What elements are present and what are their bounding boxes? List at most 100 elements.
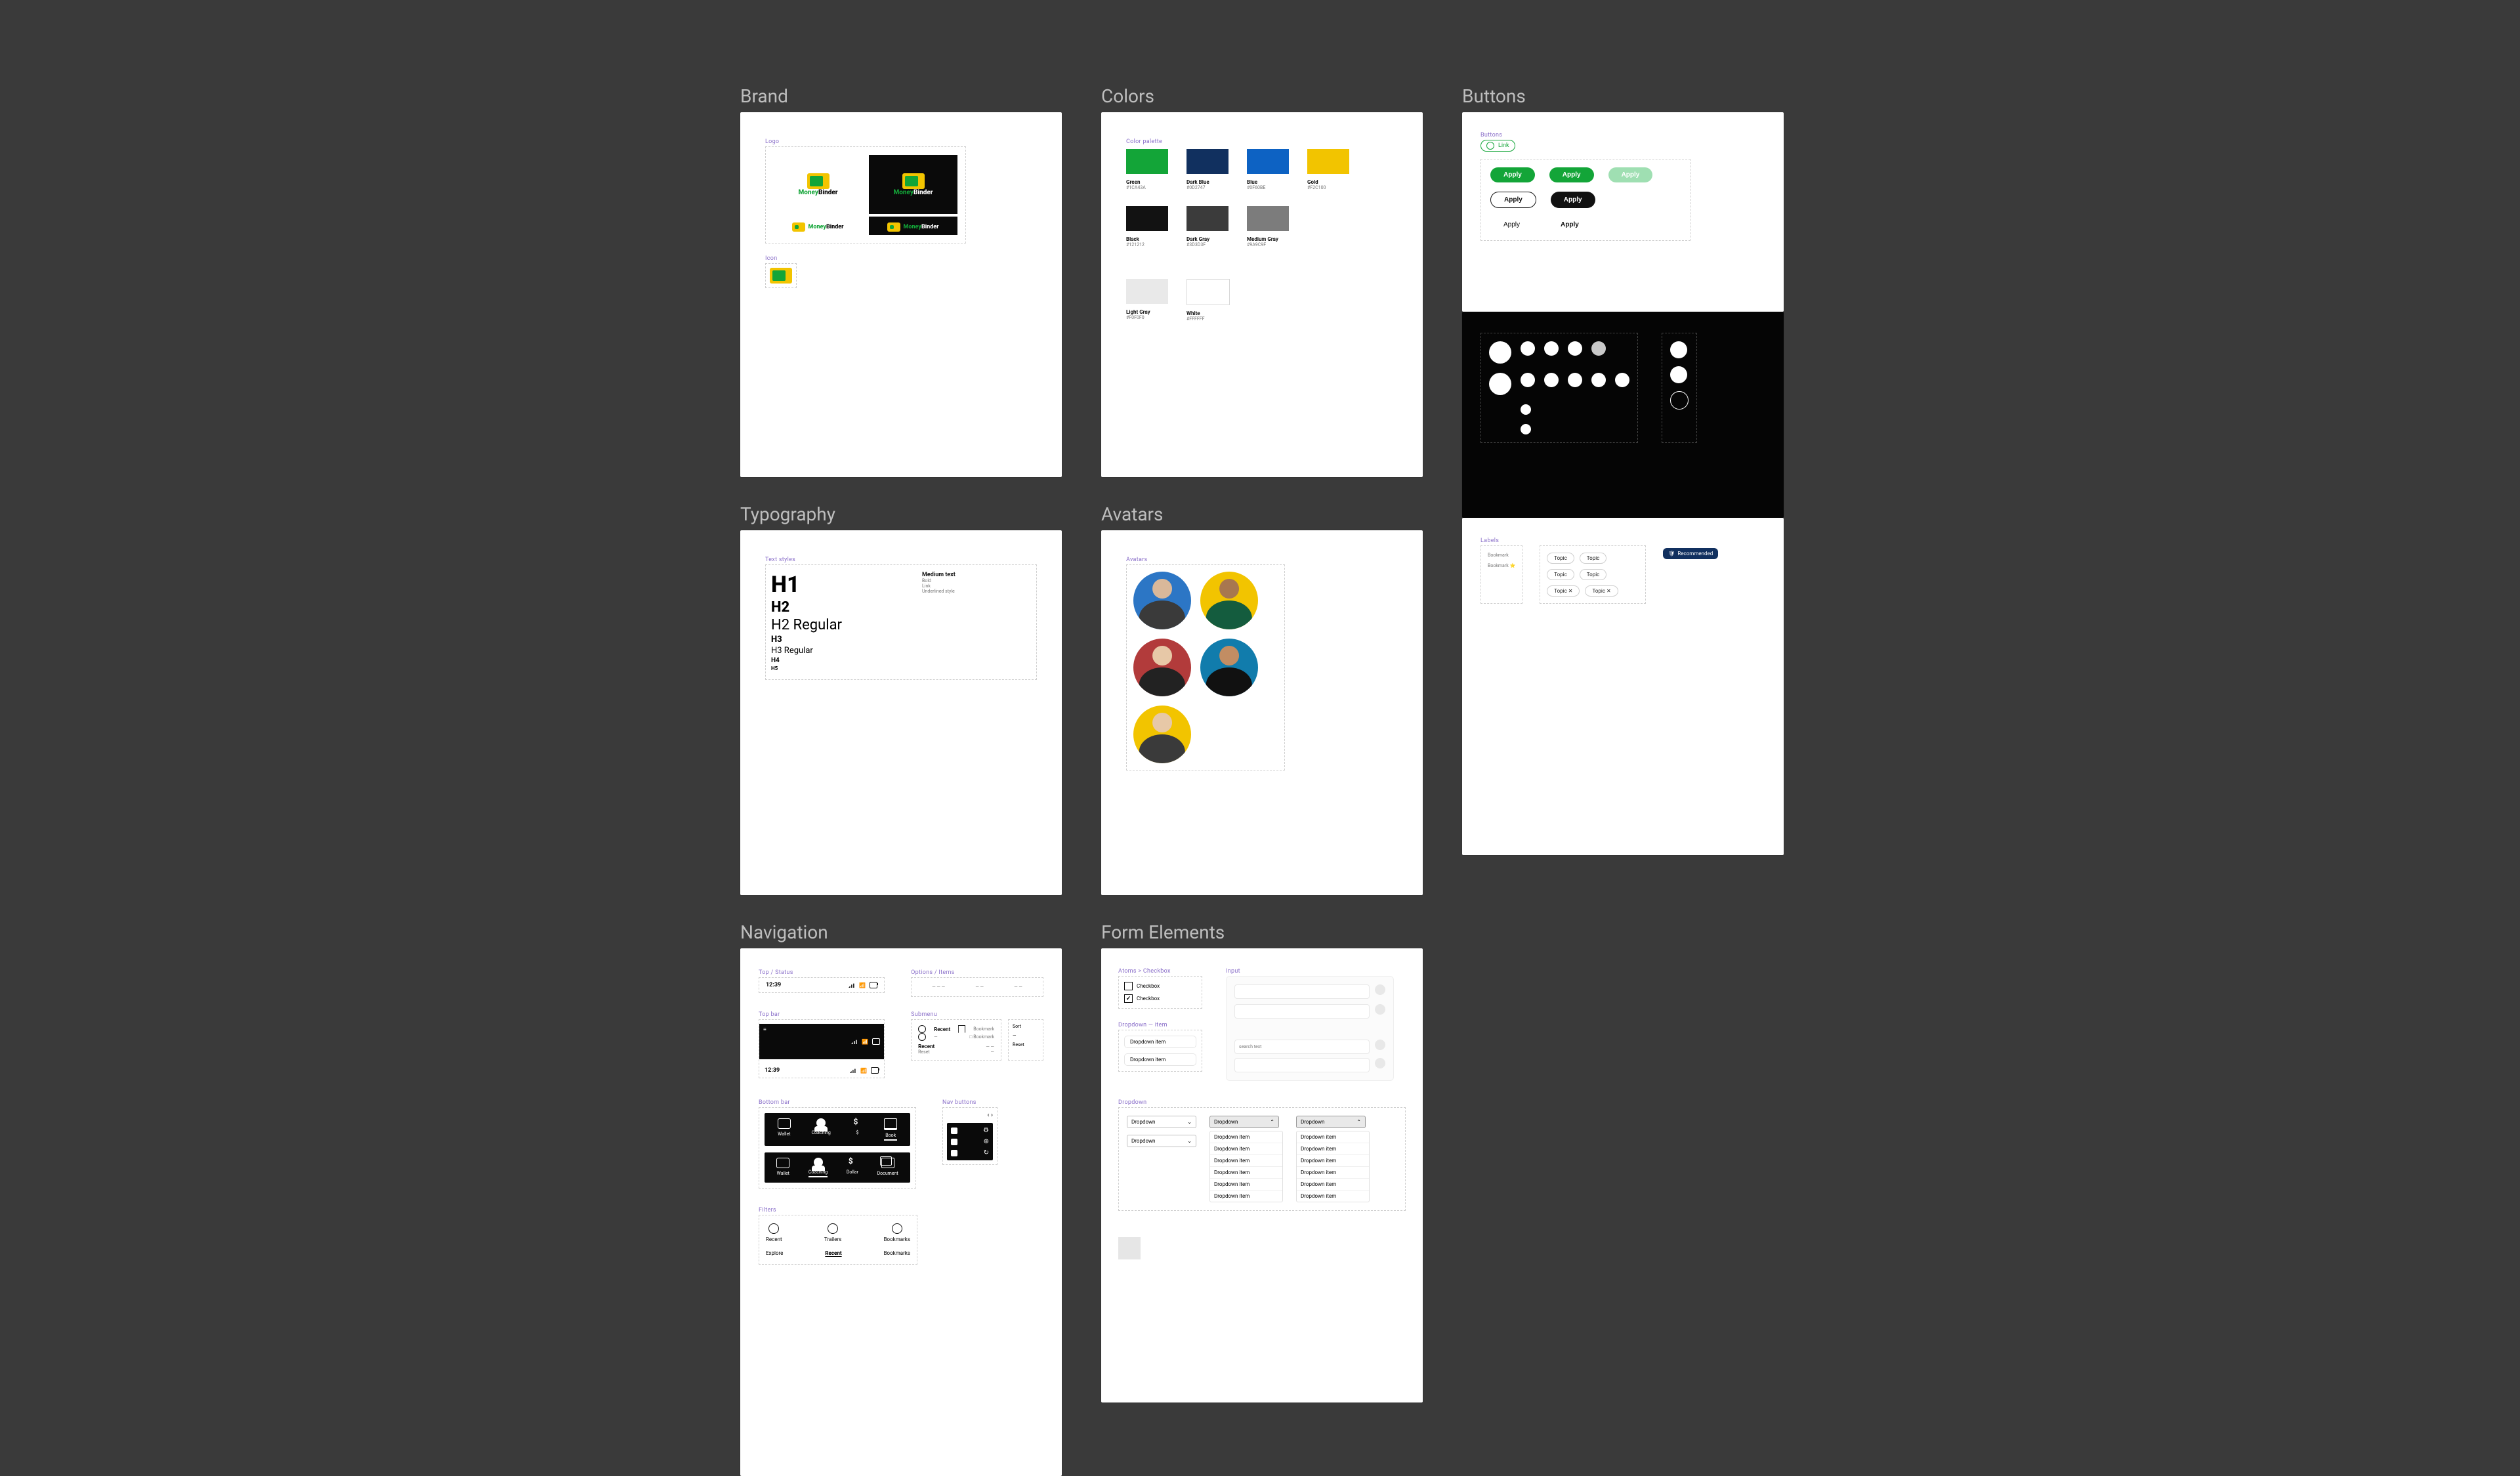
dropdown-menu: Dropdown item Dropdown item Dropdown ite…	[1209, 1131, 1283, 1202]
dropdown-item[interactable]: Dropdown item	[1297, 1190, 1369, 1202]
icon-button[interactable]	[1489, 373, 1511, 395]
filter-bookmarks[interactable]: Bookmarks	[884, 1223, 910, 1242]
filter-recent[interactable]: Recent	[766, 1223, 782, 1242]
navigation-card[interactable]: Top / Status 12:39 📶	[740, 948, 1062, 1476]
apply-button-ghost-bold[interactable]: Apply	[1547, 217, 1592, 232]
tab-coaching[interactable]: Coaching	[811, 1118, 830, 1141]
gear-icon[interactable]: ⚙	[983, 1127, 989, 1134]
colors-card[interactable]: Color palette Green#1CA43A Dark Blue#0D2…	[1101, 112, 1423, 477]
bookmark-label[interactable]: Bookmark	[1488, 553, 1515, 558]
checkbox-unchecked[interactable]: Checkbox	[1124, 982, 1196, 990]
form-card[interactable]: Atoms > Checkbox Checkbox Checkbox Dropd…	[1101, 948, 1423, 1402]
text-field[interactable]	[1234, 984, 1370, 999]
icon-button[interactable]	[1568, 373, 1582, 387]
dropdown-item[interactable]: Dropdown item	[1210, 1154, 1282, 1166]
shield-icon: 🛡	[1668, 551, 1675, 557]
dropdown[interactable]: Dropdown⌄	[1127, 1135, 1196, 1147]
avatars-card[interactable]: Avatars	[1101, 530, 1423, 895]
filter-bookmarks[interactable]: Bookmarks	[884, 1250, 910, 1256]
icon-button[interactable]	[1591, 341, 1606, 356]
dropdown-item[interactable]: Dropdown item	[1210, 1178, 1282, 1190]
reset-option[interactable]: Reset	[918, 1049, 930, 1055]
dropdown-item[interactable]: Dropdown item	[1210, 1166, 1282, 1178]
apply-button-disabled: Apply	[1608, 167, 1653, 182]
dropdown-item[interactable]: Dropdown item	[1297, 1166, 1369, 1178]
apply-button-outline[interactable]: Apply	[1490, 192, 1536, 208]
tab-wallet[interactable]: Wallet	[778, 1118, 791, 1141]
topic-chip-close[interactable]: Topic ✕	[1547, 585, 1580, 597]
icon-button[interactable]	[1591, 373, 1606, 387]
filter-trailers[interactable]: Trailers	[824, 1223, 841, 1242]
nav-bottom-section: Bottom bar	[759, 1094, 916, 1107]
field-button[interactable]	[1375, 1058, 1385, 1068]
search-button[interactable]	[1375, 1040, 1385, 1050]
checkbox-checked[interactable]: Checkbox	[1124, 994, 1196, 1003]
option-item[interactable]: — — —	[932, 984, 945, 990]
apply-button-primary[interactable]: Apply	[1549, 167, 1594, 182]
icon-buttons-card[interactable]	[1462, 312, 1784, 518]
tab-coaching[interactable]: Coaching	[808, 1158, 828, 1177]
reset-option[interactable]: Reset	[1013, 1042, 1039, 1047]
dropdown-item[interactable]: Dropdown item	[1210, 1131, 1282, 1143]
icon-button[interactable]	[1568, 341, 1582, 356]
icon-button[interactable]	[1615, 373, 1629, 387]
dropdown[interactable]: Dropdown⌄	[1127, 1116, 1196, 1128]
buttons-card[interactable]: Buttons Link Apply Apply Apply Apply App…	[1462, 112, 1784, 312]
bookmark-star-label[interactable]: Bookmark ⭐	[1488, 563, 1515, 568]
field-button[interactable]	[1375, 984, 1385, 995]
topic-chip[interactable]: Topic	[1547, 569, 1574, 580]
sort-option[interactable]: Sort	[1013, 1024, 1039, 1029]
swatch-green: Green#1CA43A	[1126, 149, 1168, 190]
dropdown-item[interactable]: Dropdown item	[1297, 1178, 1369, 1190]
dropdown-item[interactable]: Dropdown item	[1210, 1143, 1282, 1154]
dropdown-item[interactable]: Dropdown item	[1297, 1131, 1369, 1143]
icon-button[interactable]	[1489, 341, 1511, 364]
dropdown-item[interactable]: Dropdown item	[1210, 1190, 1282, 1202]
nav-arrows[interactable]: ‹ ›	[988, 1112, 994, 1119]
dropdown-open[interactable]: Dropdown⌃	[1209, 1116, 1279, 1128]
icon-button[interactable]	[1521, 404, 1531, 415]
topic-chip-close[interactable]: Topic ✕	[1585, 585, 1618, 597]
icon-button-outline[interactable]	[1670, 391, 1689, 410]
field-button[interactable]	[1375, 1004, 1385, 1015]
tab-book[interactable]: Book	[884, 1118, 897, 1141]
dropdown-item[interactable]: Dropdown item	[1297, 1143, 1369, 1154]
option-item[interactable]: — —	[1014, 984, 1022, 990]
topic-chip[interactable]: Topic	[1580, 569, 1607, 580]
text-field[interactable]	[1234, 1058, 1370, 1072]
logo-inline-dark: MoneyBinder	[887, 222, 938, 232]
dropdown-item[interactable]: Dropdown item	[1124, 1053, 1196, 1066]
icon-button[interactable]	[1670, 366, 1687, 383]
icon-button[interactable]	[1544, 373, 1559, 387]
dropdown-item[interactable]: Dropdown item	[1124, 1036, 1196, 1048]
topic-chip[interactable]: Topic	[1580, 553, 1607, 564]
radio-icon[interactable]	[918, 1025, 926, 1033]
typography-card[interactable]: Text styles H1 H2 H2 Regular H3 H3 Regul…	[740, 530, 1062, 895]
apply-button-ghost[interactable]: Apply	[1490, 217, 1533, 232]
tab-wallet[interactable]: Wallet	[776, 1158, 789, 1177]
filter-recent-active[interactable]: Recent	[825, 1250, 841, 1256]
topic-chip[interactable]: Topic	[1547, 553, 1574, 564]
apply-button-primary[interactable]: Apply	[1490, 167, 1535, 182]
search-field[interactable]: search text	[1234, 1040, 1370, 1054]
icon-button[interactable]	[1521, 373, 1535, 387]
bookmark-icon[interactable]	[958, 1025, 965, 1033]
tab-document[interactable]: Document	[877, 1158, 898, 1177]
labels-card[interactable]: Labels Bookmark Bookmark ⭐ Topic Topic T…	[1462, 518, 1784, 855]
design-system-canvas[interactable]: Brand Logo MoneyBinder MoneyBinder	[0, 0, 2520, 1418]
apply-button-dark[interactable]: Apply	[1551, 192, 1595, 208]
link-chip[interactable]: Link	[1480, 140, 1515, 152]
icon-button[interactable]	[1521, 424, 1531, 434]
icon-button[interactable]	[1521, 341, 1535, 356]
tab-dollar[interactable]: $	[852, 1118, 864, 1141]
brand-card[interactable]: Logo MoneyBinder MoneyBinder	[740, 112, 1062, 477]
icon-button[interactable]	[1670, 341, 1687, 358]
recent-option[interactable]: Recent	[918, 1044, 934, 1049]
dropdown-item[interactable]: Dropdown item	[1297, 1154, 1369, 1166]
filter-explore[interactable]: Explore	[766, 1250, 783, 1256]
option-item[interactable]: — —	[975, 984, 984, 990]
dropdown-open[interactable]: Dropdown⌃	[1296, 1116, 1366, 1128]
icon-button[interactable]	[1544, 341, 1559, 356]
text-field[interactable]	[1234, 1004, 1370, 1019]
tab-dollar[interactable]: Dollar	[847, 1158, 858, 1177]
